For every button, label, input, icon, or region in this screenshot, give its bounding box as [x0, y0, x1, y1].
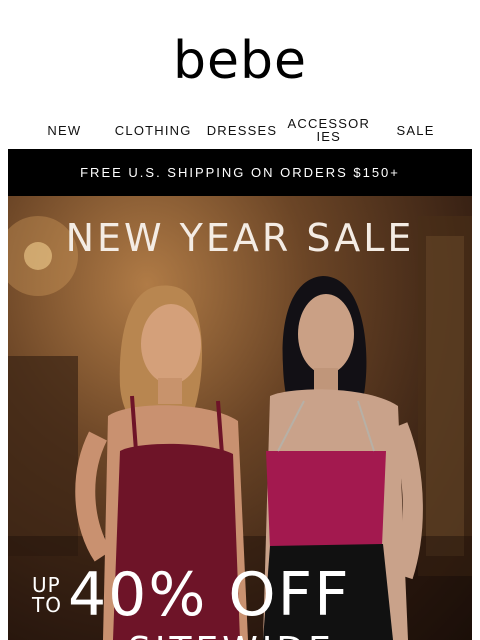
free-shipping-banner[interactable]: FREE U.S. SHIPPING ON ORDERS $150+	[8, 149, 472, 196]
free-shipping-text: FREE U.S. SHIPPING ON ORDERS $150+	[80, 165, 400, 180]
offer-to-text: TO	[32, 593, 62, 617]
brand-logo: bebe	[173, 31, 307, 91]
offer-percent-off: 40% OFF	[67, 560, 351, 630]
nav-item-new[interactable]: NEW	[20, 124, 108, 137]
offer-headline: UP TO 40% OFF	[32, 560, 351, 630]
offer-sitewide: SITEWIDE	[128, 630, 335, 640]
nav-item-accessories[interactable]: ACCESSOR IES	[287, 117, 371, 143]
offer-up-text: UP	[32, 573, 61, 597]
hero-banner[interactable]: NEW YEAR SALE UP TO 40% OFF SITEWIDE	[8, 196, 472, 640]
offer-up-to: UP TO	[32, 575, 62, 615]
nav-item-clothing[interactable]: CLOTHING	[109, 124, 197, 137]
brand-logo-link[interactable]: bebe	[0, 30, 480, 92]
nav-item-sale[interactable]: SALE	[372, 124, 460, 137]
main-nav: NEW CLOTHING DRESSES ACCESSOR IES SALE	[20, 112, 460, 148]
hero-title: NEW YEAR SALE	[65, 216, 415, 260]
nav-item-dresses[interactable]: DRESSES	[198, 124, 286, 137]
